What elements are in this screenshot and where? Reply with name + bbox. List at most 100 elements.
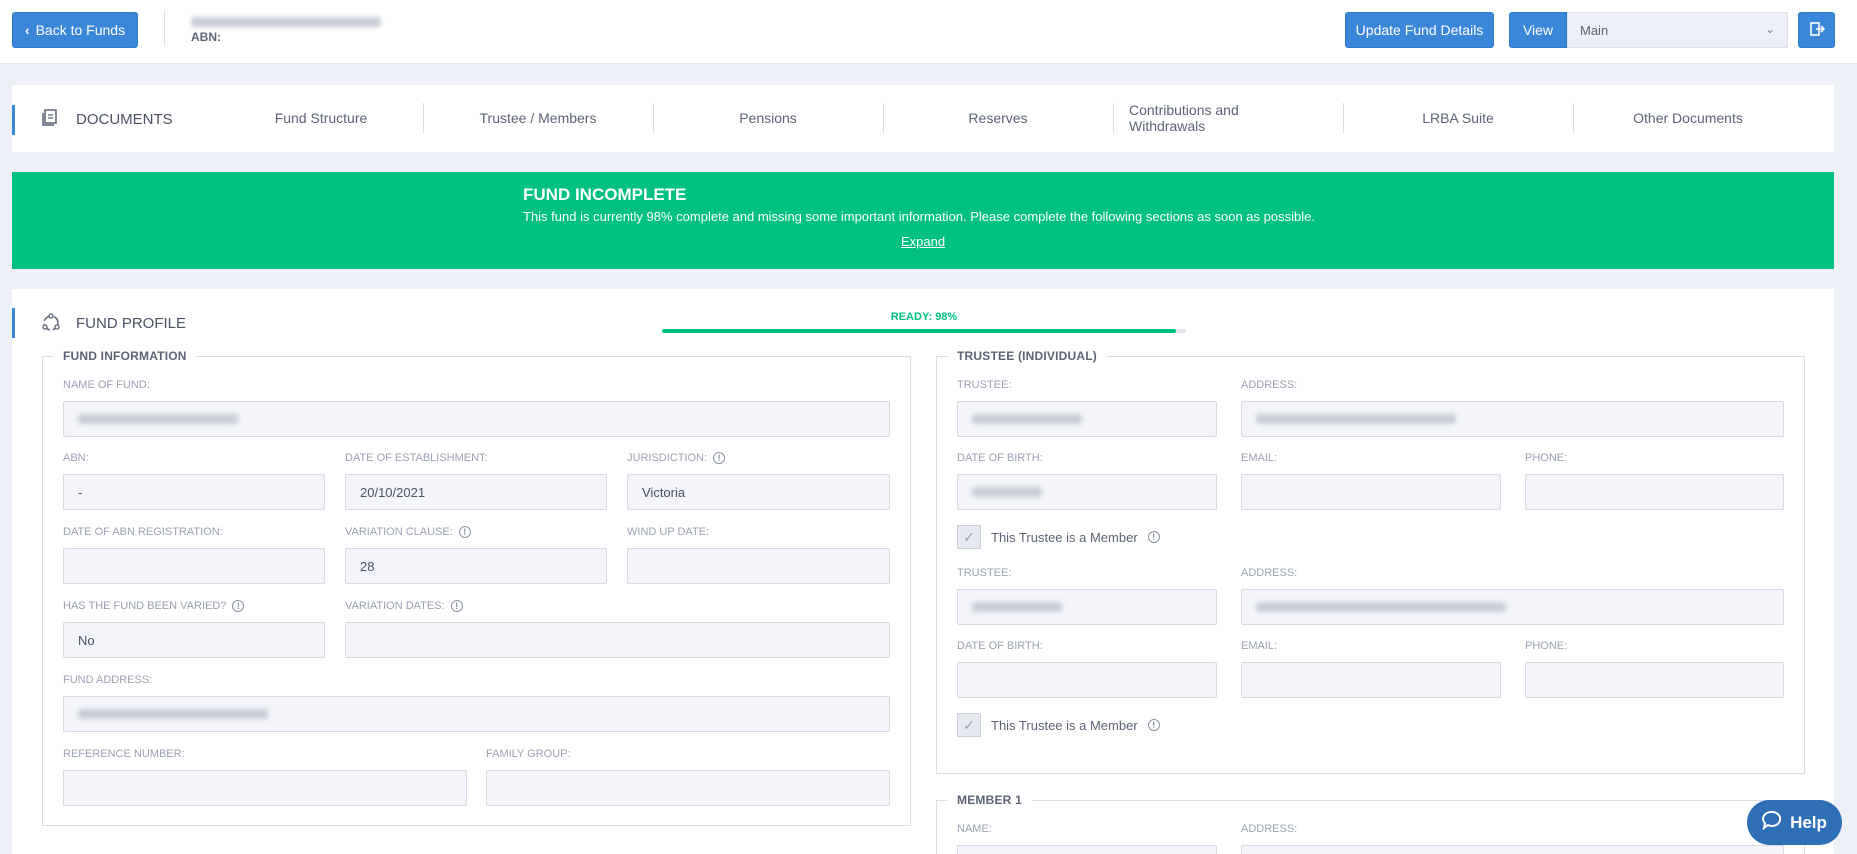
trustee-1-address-input[interactable] <box>1241 401 1784 437</box>
trustee-legend: TRUSTEE (INDIVIDUAL) <box>947 349 1107 363</box>
trustee-2-phone-input[interactable] <box>1525 662 1784 698</box>
fund-incomplete-banner: FUND INCOMPLETE This fund is currently 9… <box>12 172 1834 269</box>
fund-varied-label: HAS THE FUND BEEN VARIED?! <box>63 600 245 612</box>
update-fund-details-button[interactable]: Update Fund Details <box>1345 12 1494 48</box>
profile-accent <box>12 308 15 338</box>
trustee-section: TRUSTEE (INDIVIDUAL) TRUSTEE: ADDRESS: D… <box>936 349 1805 774</box>
trustee-2-member-checkbox[interactable]: ✓ This Trustee is a Member ! <box>957 713 1160 737</box>
top-bar: ‹ Back to Funds ABN: Update Fund Details… <box>0 0 1857 64</box>
ready-label: READY: 98% <box>890 311 958 323</box>
tab-pensions[interactable]: Pensions <box>653 85 883 150</box>
trustee-phone-label: PHONE: <box>1525 452 1568 464</box>
export-button[interactable] <box>1798 12 1835 48</box>
reference-number-input[interactable] <box>63 770 467 806</box>
member-1-address-input[interactable] <box>1241 845 1784 854</box>
tab-lrba-suite[interactable]: LRBA Suite <box>1343 85 1573 150</box>
fund-profile-card: FUND PROFILE READY: 98% FUND INFORMATION… <box>12 289 1834 854</box>
variation-clause-input[interactable]: 28 <box>345 548 607 584</box>
member-1-name-input[interactable] <box>957 845 1217 854</box>
chevron-down-icon: ⌄ <box>1764 22 1775 36</box>
expand-link[interactable]: Expand <box>12 234 1834 249</box>
export-icon <box>1809 21 1825 40</box>
jurisdiction-label: JURISDICTION:! <box>627 452 726 464</box>
abn-label: ABN: <box>191 30 221 44</box>
tab-separator <box>1113 103 1114 133</box>
member-address-label: ADDRESS: <box>1241 823 1298 835</box>
fund-address-input[interactable] <box>63 696 890 732</box>
variation-dates-input[interactable] <box>345 622 890 658</box>
date-of-establishment-input[interactable]: 20/10/2021 <box>345 474 607 510</box>
date-of-abn-registration-label: DATE OF ABN REGISTRATION: <box>63 526 223 538</box>
info-icon[interactable]: ! <box>232 600 245 612</box>
documents-icon <box>41 109 59 132</box>
trustee-1-name-input[interactable] <box>957 401 1217 437</box>
trustee-1-email-input[interactable] <box>1241 474 1501 510</box>
fund-information-section: FUND INFORMATION NAME OF FUND: ABN: - DA… <box>42 349 911 826</box>
member-name-label: NAME: <box>957 823 992 835</box>
profile-title: FUND PROFILE <box>76 315 187 332</box>
help-button[interactable]: Help <box>1747 800 1842 845</box>
trustee-1-dob-input[interactable] <box>957 474 1217 510</box>
help-label: Help <box>1790 812 1827 832</box>
tab-reserves[interactable]: Reserves <box>883 85 1113 150</box>
fund-address-label: FUND ADDRESS: <box>63 674 153 686</box>
ready-progress-fill <box>662 329 1176 333</box>
info-icon[interactable]: ! <box>1147 531 1160 543</box>
trustee-1-member-checkbox[interactable]: ✓ This Trustee is a Member ! <box>957 525 1160 549</box>
member-1-legend: MEMBER 1 <box>947 793 1032 807</box>
info-icon[interactable]: ! <box>1147 719 1160 731</box>
trustee-2-name-input[interactable] <box>957 589 1217 625</box>
view-select[interactable]: Main ⌄ <box>1567 12 1788 48</box>
member-checkbox-label: This Trustee is a Member <box>991 717 1138 733</box>
view-button[interactable]: View <box>1509 12 1567 48</box>
trustee-label: TRUSTEE: <box>957 379 1012 391</box>
trustee-dob-label: DATE OF BIRTH: <box>957 640 1043 652</box>
jurisdiction-input[interactable]: Victoria <box>627 474 890 510</box>
abn-input[interactable]: - <box>63 474 325 510</box>
trustee-address-label: ADDRESS: <box>1241 567 1298 579</box>
date-of-abn-registration-input[interactable] <box>63 548 325 584</box>
header-divider <box>164 10 165 46</box>
abn-field-label: ABN: <box>63 452 89 464</box>
trustee-email-label: EMAIL: <box>1241 640 1278 652</box>
back-label: Back to Funds <box>35 22 126 38</box>
info-icon[interactable]: ! <box>458 526 471 538</box>
date-of-establishment-label: DATE OF ESTABLISHMENT: <box>345 452 488 464</box>
member-checkbox-label: This Trustee is a Member <box>991 529 1138 545</box>
name-of-fund-label: NAME OF FUND: <box>63 379 150 391</box>
checkmark-icon: ✓ <box>957 713 981 737</box>
profile-icon <box>41 313 61 338</box>
info-icon[interactable]: ! <box>713 452 726 464</box>
tab-trustee-members[interactable]: Trustee / Members <box>423 85 653 150</box>
name-of-fund-input[interactable] <box>63 401 890 437</box>
family-group-input[interactable] <box>486 770 890 806</box>
chat-bubble-icon <box>1762 810 1782 835</box>
checkmark-icon: ✓ <box>957 525 981 549</box>
back-to-funds-button[interactable]: ‹ Back to Funds <box>12 12 138 48</box>
tab-contributions-withdrawals[interactable]: Contributions and Withdrawals <box>1129 85 1279 150</box>
variation-dates-label: VARIATION DATES:! <box>345 600 463 612</box>
trustee-2-email-input[interactable] <box>1241 662 1501 698</box>
banner-title: FUND INCOMPLETE <box>523 185 687 204</box>
fund-varied-input[interactable]: No <box>63 622 325 658</box>
tab-fund-structure[interactable]: Fund Structure <box>206 85 436 150</box>
trustee-2-address-input[interactable] <box>1241 589 1784 625</box>
trustee-email-label: EMAIL: <box>1241 452 1278 464</box>
trustee-2-dob-input[interactable] <box>957 662 1217 698</box>
trustee-1-phone-input[interactable] <box>1525 474 1784 510</box>
wind-up-date-input[interactable] <box>627 548 890 584</box>
trustee-phone-label: PHONE: <box>1525 640 1568 652</box>
documents-title: DOCUMENTS <box>76 111 173 128</box>
fund-information-legend: FUND INFORMATION <box>53 349 197 363</box>
variation-clause-label: VARIATION CLAUSE:! <box>345 526 471 538</box>
documents-accent <box>12 105 15 135</box>
info-icon[interactable]: ! <box>450 600 463 612</box>
trustee-label: TRUSTEE: <box>957 567 1012 579</box>
trustee-dob-label: DATE OF BIRTH: <box>957 452 1043 464</box>
banner-message: This fund is currently 98% complete and … <box>523 209 1315 224</box>
view-selected-value: Main <box>1580 22 1609 38</box>
trustee-address-label: ADDRESS: <box>1241 379 1298 391</box>
ready-progress-track <box>662 329 1186 333</box>
documents-bar: DOCUMENTS Fund Structure Trustee / Membe… <box>12 85 1834 152</box>
tab-other-documents[interactable]: Other Documents <box>1573 85 1803 150</box>
